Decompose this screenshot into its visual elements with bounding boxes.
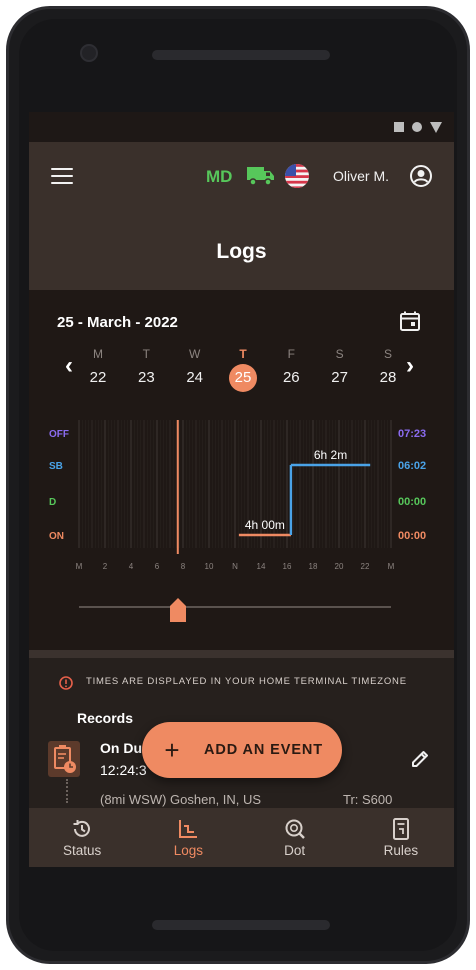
day-letter: M — [93, 347, 103, 361]
x-tick-label: 2 — [103, 562, 108, 571]
row-total-on: 00:00 — [398, 530, 426, 542]
day-letter: T — [142, 347, 150, 361]
row-label-sb: SB — [49, 461, 63, 472]
day-letter: F — [287, 347, 295, 361]
day-number: 27 — [331, 369, 348, 386]
plus-icon: + — [164, 735, 180, 765]
x-tick-label: 10 — [205, 562, 214, 571]
row-total-sb: 06:02 — [398, 460, 426, 472]
row-label-d: D — [49, 497, 56, 508]
prev-week-arrow[interactable]: ‹ — [65, 352, 73, 380]
day-letter: T — [239, 347, 247, 361]
timezone-notice: TIMES ARE DISPLAYED IN YOUR HOME TERMINA… — [86, 676, 407, 687]
day-27[interactable]: S 27 — [326, 346, 354, 392]
dot-inspection-icon — [285, 819, 305, 839]
app-header: MD Oliver M. Logs — [29, 142, 454, 290]
x-tick-label: 4 — [129, 562, 134, 571]
row-label-on: ON — [49, 531, 64, 542]
nav-logs[interactable]: Logs — [135, 808, 241, 867]
add-event-label: ADD AN EVENT — [204, 742, 324, 758]
square-icon — [394, 122, 404, 132]
day-letter: S — [335, 347, 344, 361]
x-tick-label: 14 — [257, 562, 266, 571]
x-tick-label: N — [232, 562, 238, 571]
front-camera — [80, 44, 98, 62]
x-tick-label: 18 — [309, 562, 318, 571]
day-number: 26 — [282, 369, 300, 386]
timeline-connector — [66, 779, 68, 803]
nav-status[interactable]: Status — [29, 808, 135, 867]
record-status[interactable]: On Du — [100, 740, 142, 756]
x-tick-label: 8 — [181, 562, 186, 571]
x-tick-label: 20 — [335, 562, 344, 571]
day-number: 22 — [89, 369, 107, 386]
duty-status-graph: OFF 07:23 SB 06:02 D 00:00 ON 00:00 M 2 4 6 8 10 N 14 16… — [49, 420, 426, 571]
account-circle-icon[interactable] — [409, 164, 433, 188]
day-letter: S — [383, 347, 392, 361]
segment-duration-label: 6h 2m — [314, 448, 347, 462]
x-tick-label: M — [76, 562, 83, 571]
day-26[interactable]: F 26 — [277, 346, 305, 392]
add-event-button[interactable]: + ADD AN EVENT — [142, 722, 342, 778]
history-icon — [73, 820, 91, 837]
row-total-off: 07:23 — [398, 428, 426, 440]
day-number: 28 — [379, 369, 397, 386]
segment-duration-label: 4h 00m — [245, 518, 285, 532]
day-number-selected: 25 — [228, 364, 257, 392]
nav-status-label: Status — [62, 843, 102, 858]
time-slider-thumb[interactable] — [167, 597, 189, 623]
app-screen: MD Oliver M. Logs 25 - March - 2022 ‹ M … — [29, 112, 454, 867]
user-name[interactable]: Oliver M. — [333, 168, 389, 184]
x-tick-label: 6 — [155, 562, 160, 571]
nav-logs-label: Logs — [173, 843, 204, 858]
day-letter: W — [188, 347, 201, 361]
triangle-icon — [430, 121, 442, 133]
week-days: M 22 T 23 W 24 T 25 F 26 S 27 S 28 — [84, 346, 402, 392]
section-divider — [29, 650, 454, 658]
day-number: 23 — [137, 369, 155, 386]
time-slider-track[interactable] — [79, 606, 391, 608]
bottom-navigation: Status Logs Dot Rules — [29, 808, 454, 867]
day-28[interactable]: S 28 — [374, 346, 402, 392]
alert-circle-icon — [59, 676, 73, 690]
day-23[interactable]: T 23 — [132, 346, 160, 392]
day-number: 24 — [186, 369, 203, 386]
page-title: Logs — [216, 240, 267, 263]
phone-speaker — [152, 50, 330, 60]
nav-rules[interactable]: Rules — [348, 808, 454, 867]
x-tick-label: 16 — [283, 562, 292, 571]
day-24[interactable]: W 24 — [181, 346, 209, 392]
x-tick-label: 22 — [361, 562, 370, 571]
records-title: Records — [77, 710, 134, 726]
logs-panel: 25 - March - 2022 ‹ M 22 T 23 W 24 T 25 F 26 S 27 S 2… — [29, 290, 454, 650]
day-22[interactable]: M 22 — [84, 346, 112, 392]
chart-icon — [179, 820, 198, 838]
x-tick-label: M — [388, 562, 395, 571]
calendar-icon[interactable] — [399, 310, 421, 332]
row-label-off: OFF — [49, 429, 69, 440]
truck-icon — [247, 167, 274, 186]
edit-pencil-icon[interactable] — [409, 748, 431, 770]
nav-dot-label: Dot — [284, 843, 306, 858]
phone-bottom-bar — [152, 920, 330, 930]
record-time: 12:24:3 — [100, 762, 147, 778]
circle-icon — [412, 122, 422, 132]
record-location: (8mi WSW) Goshen, IN, US — [100, 792, 262, 807]
record-trailer: Tr: S600 — [343, 792, 393, 807]
system-status-bar — [29, 112, 454, 142]
nav-rules-label: Rules — [383, 843, 419, 858]
clipboard-clock-icon — [48, 741, 80, 777]
state-code: MD — [206, 167, 233, 186]
us-flag-icon[interactable] — [285, 164, 309, 188]
next-week-arrow[interactable]: › — [406, 352, 414, 380]
hamburger-menu-icon[interactable] — [51, 168, 73, 184]
row-total-d: 00:00 — [398, 496, 426, 508]
day-25[interactable]: T 25 — [228, 346, 257, 392]
rules-document-icon — [392, 818, 409, 840]
nav-dot[interactable]: Dot — [242, 808, 348, 867]
date-label: 25 - March - 2022 — [57, 314, 178, 331]
